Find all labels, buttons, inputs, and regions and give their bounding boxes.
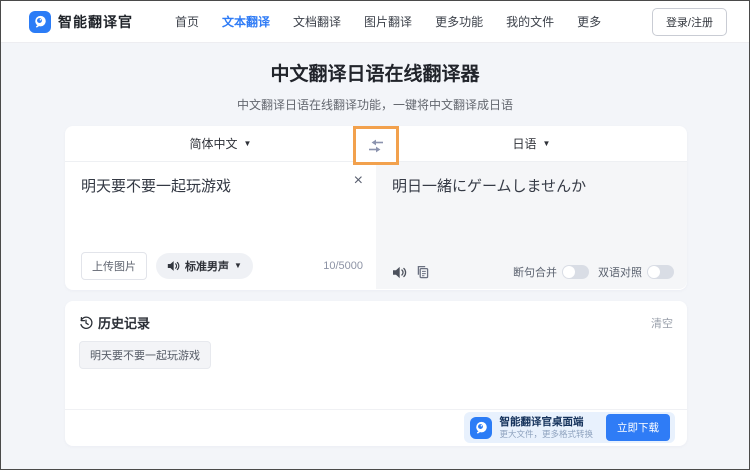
history-footer: 智能翻译官桌面端 更大文件，更多格式转换 立即下载 (65, 409, 687, 446)
clear-input-icon[interactable]: × (354, 173, 363, 189)
source-language-label: 简体中文 (190, 135, 238, 152)
login-register-button[interactable]: 登录/注册 (652, 8, 727, 36)
sentence-merge-toggle[interactable] (562, 265, 589, 279)
copy-icon (416, 265, 430, 279)
translator-body: 明天要不要一起玩游戏 × 上传图片 标准男声 ▼ 10/5000 (65, 162, 687, 289)
brand-name: 智能翻译官 (58, 12, 133, 32)
source-language-selector[interactable]: 简体中文 ▼ (65, 126, 376, 161)
bilingual-compare-toggle[interactable] (647, 265, 674, 279)
history-clock-icon (79, 316, 93, 330)
swap-languages-button[interactable] (353, 126, 399, 165)
nav-item-home[interactable]: 首页 (175, 13, 199, 30)
brand-logo-icon (29, 11, 51, 33)
nav-item-more-features[interactable]: 更多功能 (435, 13, 483, 30)
history-item[interactable]: 明天要不要一起玩游戏 (79, 341, 211, 369)
chevron-down-icon: ▼ (244, 140, 252, 148)
nav-item-text-translate[interactable]: 文本翻译 (222, 13, 270, 30)
target-language-selector[interactable]: 日语 ▼ (376, 126, 687, 161)
page-title: 中文翻译日语在线翻译器 (1, 59, 749, 86)
copy-result-button[interactable] (416, 265, 430, 279)
promo-subtitle: 更大文件，更多格式转换 (499, 429, 593, 440)
target-text: 明日一緒にゲームしませんか (392, 178, 586, 195)
voice-label: 标准男声 (185, 258, 229, 274)
nav-menu: 首页 文本翻译 文档翻译 图片翻译 更多功能 我的文件 更多 (175, 13, 601, 30)
speaker-icon (392, 266, 407, 279)
page-subtitle: 中文翻译日语在线翻译功能，一键将中文翻译成日语 (1, 96, 749, 113)
sentence-merge-toggle-group: 断句合并 (513, 264, 589, 280)
bilingual-compare-toggle-group: 双语对照 (598, 264, 674, 280)
target-language-label: 日语 (513, 135, 537, 152)
nav-item-my-files[interactable]: 我的文件 (506, 13, 554, 30)
desktop-app-promo: 智能翻译官桌面端 更大文件，更多格式转换 立即下载 (464, 412, 675, 443)
bilingual-compare-label: 双语对照 (598, 264, 642, 280)
app-window: 智能翻译官 首页 文本翻译 文档翻译 图片翻译 更多功能 我的文件 更多 登录/… (0, 0, 750, 470)
history-title: 历史记录 (98, 313, 150, 332)
hero: 中文翻译日语在线翻译器 中文翻译日语在线翻译功能，一键将中文翻译成日语 (1, 59, 749, 113)
target-text-area: 明日一緒にゲームしませんか (376, 162, 687, 289)
nav-item-image-translate[interactable]: 图片翻译 (364, 13, 412, 30)
voice-selector[interactable]: 标准男声 ▼ (156, 253, 253, 279)
speaker-icon (167, 260, 180, 272)
upload-image-button[interactable]: 上传图片 (81, 252, 147, 280)
swap-arrows-icon (367, 139, 385, 153)
translator-card: 简体中文 ▼ 日语 ▼ 明天要不要一起玩游戏 × 上传图片 (65, 126, 687, 290)
history-header: 历史记录 清空 (65, 301, 687, 332)
sentence-merge-label: 断句合并 (513, 264, 557, 280)
target-toolbar: 断句合并 双语对照 (392, 264, 674, 280)
nav-item-more[interactable]: 更多 (577, 13, 601, 30)
download-now-button[interactable]: 立即下载 (606, 414, 670, 441)
source-toolbar: 上传图片 标准男声 ▼ 10/5000 (81, 252, 363, 280)
chevron-down-icon: ▼ (234, 262, 242, 270)
source-text: 明天要不要一起玩游戏 (81, 178, 231, 195)
char-counter: 10/5000 (323, 260, 363, 272)
navbar: 智能翻译官 首页 文本翻译 文档翻译 图片翻译 更多功能 我的文件 更多 登录/… (1, 1, 749, 43)
nav-item-doc-translate[interactable]: 文档翻译 (293, 13, 341, 30)
promo-title: 智能翻译官桌面端 (499, 416, 593, 429)
clear-history-button[interactable]: 清空 (651, 315, 673, 331)
play-audio-button[interactable] (392, 266, 407, 279)
chevron-down-icon: ▼ (543, 140, 551, 148)
history-card: 历史记录 清空 明天要不要一起玩游戏 智能翻译官桌面端 更大文件，更多格式转换 (65, 301, 687, 446)
promo-text: 智能翻译官桌面端 更大文件，更多格式转换 (499, 416, 593, 440)
promo-logo-icon (470, 417, 492, 439)
source-text-area[interactable]: 明天要不要一起玩游戏 × 上传图片 标准男声 ▼ 10/5000 (65, 162, 376, 289)
